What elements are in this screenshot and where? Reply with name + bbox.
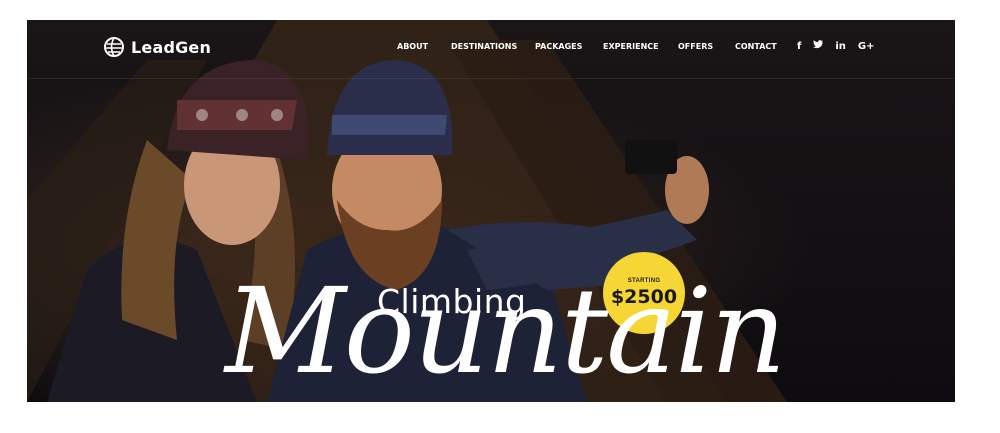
phone — [625, 140, 677, 174]
nav-offers[interactable]: OFFERS — [678, 42, 713, 51]
social-links: f in G+ — [797, 40, 875, 52]
nav-about[interactable]: ABOUT — [397, 42, 428, 51]
google-plus-icon[interactable]: G+ — [858, 41, 875, 52]
brand-name: LeadGen — [131, 37, 212, 57]
nav-experience[interactable]: EXPERIENCE — [603, 42, 659, 51]
nav-packages[interactable]: PACKAGES — [535, 42, 582, 51]
hero-title: Mountain — [225, 262, 786, 400]
nav-contact[interactable]: CONTACT — [735, 42, 777, 51]
facebook-icon[interactable]: f — [797, 41, 801, 52]
twitter-icon[interactable] — [813, 40, 824, 52]
top-navbar: LeadGen ABOUT DESTINATIONS PACKAGES EXPE… — [27, 20, 955, 79]
brand-logo[interactable]: LeadGen — [103, 36, 211, 58]
nav-destinations[interactable]: DESTINATIONS — [451, 42, 517, 51]
linkedin-icon[interactable]: in — [835, 41, 846, 52]
globe-logo-icon — [104, 37, 124, 57]
hero-banner: LeadGen ABOUT DESTINATIONS PACKAGES EXPE… — [27, 20, 955, 402]
